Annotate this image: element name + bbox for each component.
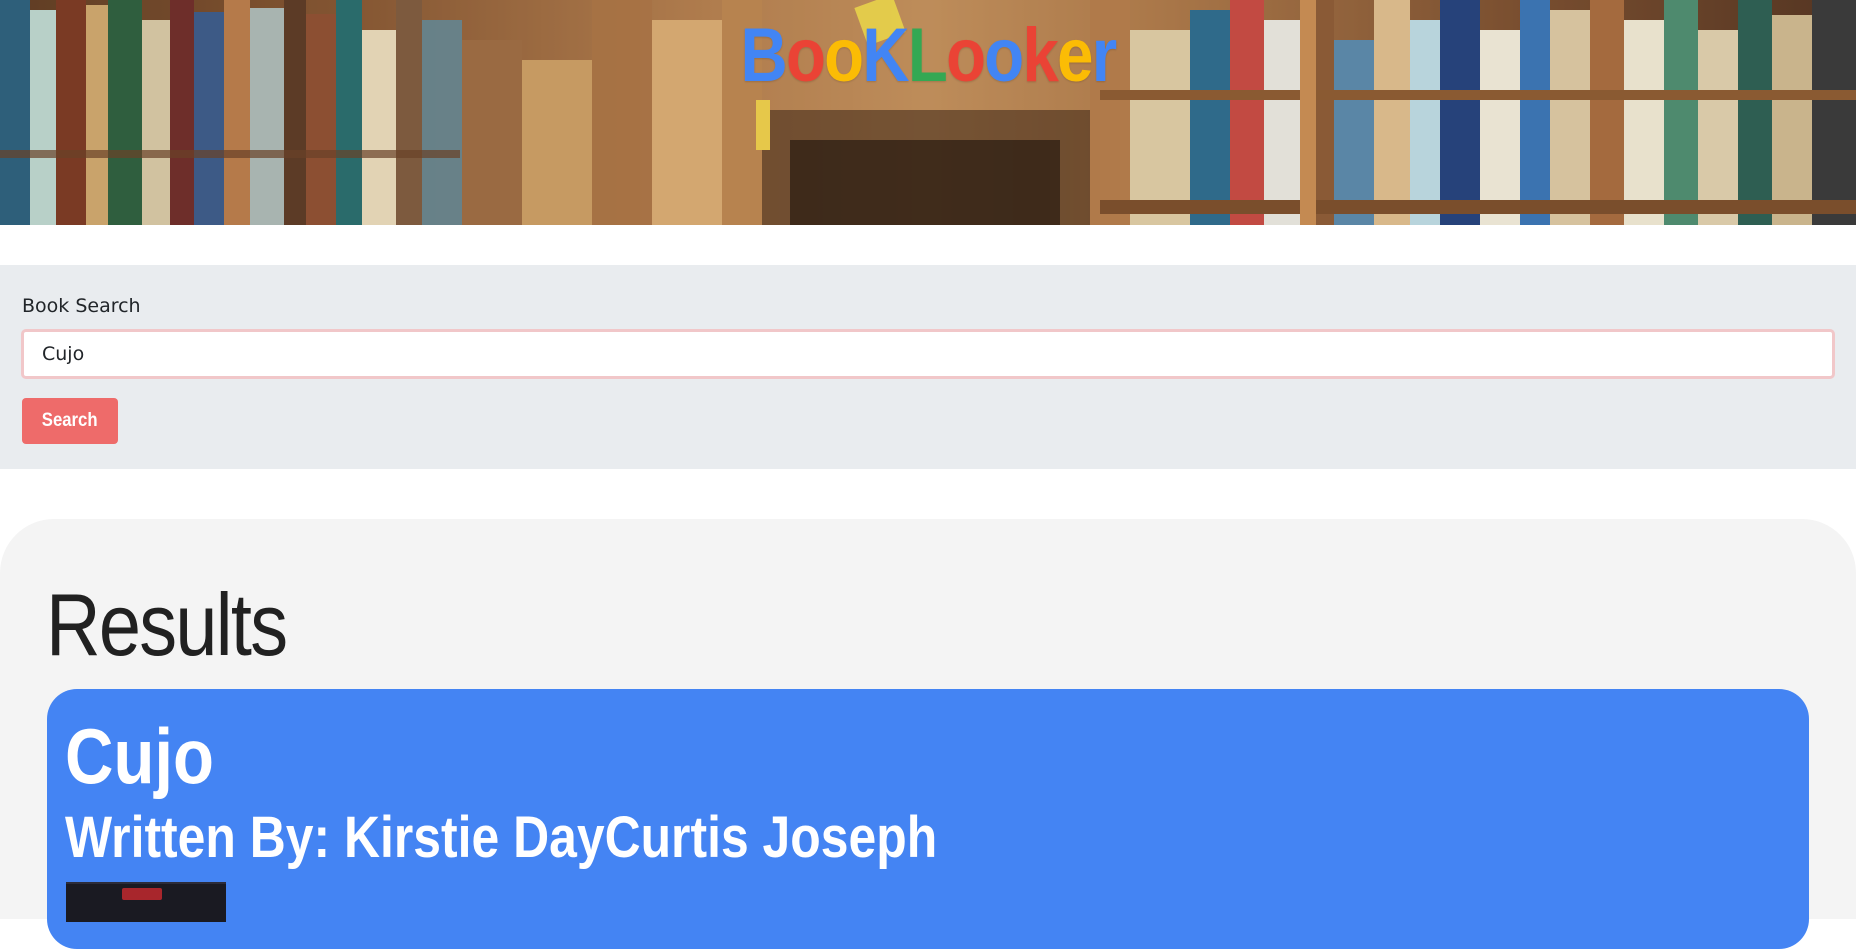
logo-letter: o (946, 13, 986, 98)
logo-letter: o (984, 13, 1024, 98)
book-author: Written By: Kirstie DayCurtis Joseph (65, 805, 938, 870)
search-button[interactable]: Search (22, 398, 118, 444)
logo-letter: r (1091, 13, 1117, 98)
logo-letter: k (1022, 13, 1059, 98)
book-cover-image (66, 882, 226, 922)
logo-letter: B (740, 13, 787, 98)
result-card[interactable]: Cujo Written By: Kirstie DayCurtis Josep… (47, 689, 1809, 949)
search-panel: Book Search Search (0, 265, 1856, 469)
book-title: Cujo (65, 712, 215, 800)
logo-letter: K (862, 13, 909, 98)
logo-letter: e (1057, 13, 1093, 98)
search-button-label: Search (42, 410, 98, 431)
logo-letter: o (824, 13, 864, 98)
hero-banner: BooKLooker (0, 0, 1856, 225)
search-label: Book Search (22, 295, 141, 317)
booklooker-logo[interactable]: BooKLooker (130, 18, 1726, 94)
logo-letter: L (907, 13, 948, 98)
results-heading: Results (46, 575, 288, 674)
logo-letter: o (785, 13, 826, 98)
search-input[interactable] (21, 329, 1835, 379)
results-section: Results Cujo Written By: Kirstie DayCurt… (0, 519, 1856, 949)
